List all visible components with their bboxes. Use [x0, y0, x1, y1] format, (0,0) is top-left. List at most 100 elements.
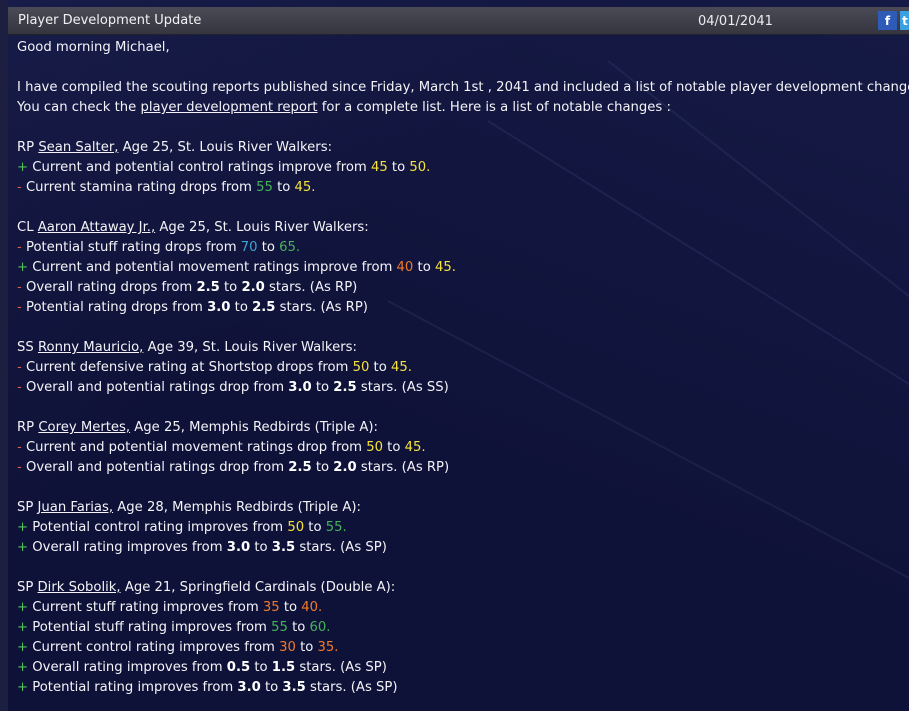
message-body: Good morning Michael, I have compiled th…: [17, 38, 909, 698]
player-name-link[interactable]: Aaron Attaway Jr.,: [38, 220, 155, 235]
player-position: RP: [17, 420, 39, 435]
change-item: - Overall and potential ratings drop fro…: [17, 458, 901, 478]
old-value: 3.0: [226, 540, 251, 555]
player-info: Age 21, Springfield Cardinals (Double A)…: [120, 580, 396, 595]
player-list: RP Sean Salter, Age 25, St. Louis River …: [17, 138, 901, 698]
change-text: Current control rating improves from: [28, 640, 280, 655]
player-position: SS: [17, 340, 38, 355]
new-value: 2.0: [333, 460, 357, 475]
player-info: Age 28, Memphis Redbirds (Triple A):: [113, 500, 361, 515]
old-value: 2.5: [288, 460, 312, 475]
change-item: + Current and potential movement ratings…: [17, 258, 901, 278]
window-title: Player Development Update: [18, 13, 202, 28]
improve-sign: +: [17, 660, 29, 675]
player-position: SP: [17, 580, 38, 595]
old-value: 55: [256, 180, 273, 195]
player-info: Age 25, St. Louis River Walkers:: [118, 140, 333, 155]
change-text: Current defensive rating at Shortstop dr…: [21, 360, 353, 375]
change-text: to: [279, 600, 302, 615]
player-name-link[interactable]: Ronny Mauricio,: [38, 340, 143, 355]
new-value: 1.5: [271, 660, 296, 675]
old-value: 50: [352, 360, 370, 375]
new-value: 45.: [404, 440, 426, 455]
change-text: to: [230, 300, 253, 315]
old-value: 70: [240, 240, 258, 255]
change-text: to: [311, 460, 334, 475]
change-item: + Current stuff rating improves from 35 …: [17, 598, 901, 618]
new-value: 45.: [390, 360, 412, 375]
title-bar: Player Development Update 04/01/2041 f t: [8, 7, 909, 35]
player-name-link[interactable]: Sean Salter,: [38, 140, 118, 155]
change-item: - Potential rating drops from 3.0 to 2.5…: [17, 298, 901, 318]
change-text: to: [219, 280, 242, 295]
change-text: to: [250, 540, 272, 555]
change-text: Current and potential movement ratings d…: [21, 440, 367, 455]
change-text: to: [387, 160, 410, 175]
player-header: SP Juan Farias, Age 28, Memphis Redbirds…: [17, 498, 901, 518]
player-header: RP Corey Mertes, Age 25, Memphis Redbird…: [17, 418, 901, 438]
player-position: RP: [17, 140, 39, 155]
new-value: 35.: [317, 640, 339, 655]
change-text: stars. (As RP): [264, 280, 358, 295]
intro-line: You can check the player development rep…: [17, 100, 671, 115]
change-text: Potential rating improves from: [28, 680, 238, 695]
change-text: stars. (As SP): [295, 660, 387, 675]
change-item: - Current and potential movement ratings…: [17, 438, 901, 458]
player-header: RP Sean Salter, Age 25, St. Louis River …: [17, 138, 901, 158]
old-value: 45: [370, 160, 388, 175]
player-header: SS Ronny Mauricio, Age 39, St. Louis Riv…: [17, 338, 901, 358]
new-value: 45.: [434, 260, 456, 275]
news-window: Player Development Update 04/01/2041 f t…: [0, 0, 909, 711]
new-value: 55.: [325, 520, 347, 535]
player-info: Age 25, St. Louis River Walkers:: [155, 220, 369, 235]
old-value: 50: [366, 440, 383, 455]
player-header: CL Aaron Attaway Jr., Age 25, St. Louis …: [17, 218, 901, 238]
old-value: 3.0: [207, 300, 231, 315]
player-name-link[interactable]: Dirk Sobolik,: [38, 580, 121, 595]
change-item: + Overall rating improves from 0.5 to 1.…: [17, 658, 901, 678]
change-item: + Potential rating improves from 3.0 to …: [17, 678, 901, 698]
change-text: to: [250, 660, 272, 675]
new-value: 45.: [294, 180, 316, 195]
change-text: Overall and potential ratings drop from: [21, 460, 289, 475]
old-value: 30: [279, 640, 296, 655]
improve-sign: +: [17, 520, 29, 535]
player-info: Age 39, St. Louis River Walkers:: [143, 340, 357, 355]
change-text: stars. (As RP): [275, 300, 368, 315]
change-text: Overall and potential ratings drop from: [21, 380, 289, 395]
new-value: 2.5: [252, 300, 276, 315]
greeting: Good morning Michael,: [17, 40, 170, 55]
improve-sign: +: [17, 680, 29, 695]
player-development-report-link[interactable]: player development report: [140, 100, 317, 115]
change-item: + Potential stuff rating improves from 5…: [17, 618, 901, 638]
new-value: 50.: [409, 160, 431, 175]
old-value: 2.5: [196, 280, 220, 295]
new-value: 3.5: [271, 540, 296, 555]
change-text: stars. (As SP): [305, 680, 398, 695]
change-item: - Current defensive rating at Shortstop …: [17, 358, 901, 378]
change-item: + Potential control rating improves from…: [17, 518, 901, 538]
change-text: to: [382, 440, 405, 455]
old-value: 0.5: [226, 660, 251, 675]
improve-sign: +: [17, 600, 29, 615]
player-name-link[interactable]: Corey Mertes,: [38, 420, 130, 435]
change-text: Current and potential control ratings im…: [28, 160, 371, 175]
improve-sign: +: [17, 160, 29, 175]
player-position: CL: [17, 220, 38, 235]
player-position: SP: [17, 500, 38, 515]
change-text: to: [311, 380, 334, 395]
change-text: to: [304, 520, 326, 535]
change-text: to: [287, 620, 310, 635]
old-value: 35: [262, 600, 280, 615]
old-value: 40: [396, 260, 414, 275]
facebook-icon[interactable]: f: [878, 11, 897, 30]
old-value: 3.0: [288, 380, 312, 395]
change-item: + Overall rating improves from 3.0 to 3.…: [17, 538, 901, 558]
twitter-icon[interactable]: t: [900, 11, 909, 30]
player-info: Age 25, Memphis Redbirds (Triple A):: [130, 420, 378, 435]
change-text: Current stamina rating drops from: [21, 180, 257, 195]
player-name-link[interactable]: Juan Farias,: [38, 500, 114, 515]
change-item: + Current and potential control ratings …: [17, 158, 901, 178]
change-item: - Current stamina rating drops from 55 t…: [17, 178, 901, 198]
change-text: to: [295, 640, 318, 655]
